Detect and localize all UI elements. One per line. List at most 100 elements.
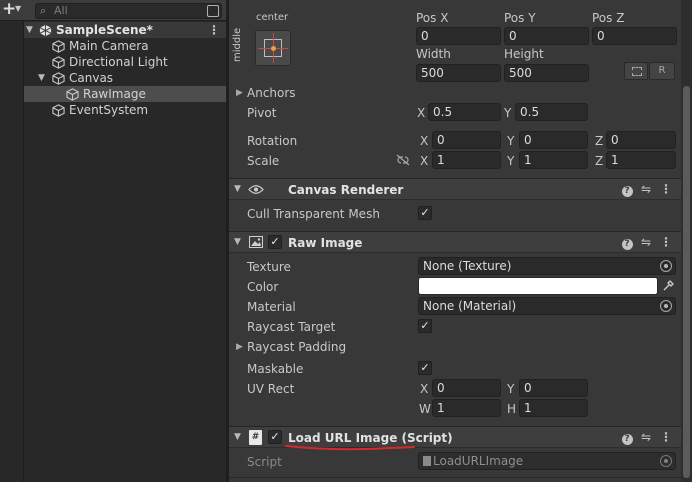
gameobject-icon [52,72,65,85]
eyedropper-icon[interactable] [662,280,674,292]
color-swatch[interactable] [418,277,658,295]
rot-y-field[interactable]: 0 [519,131,588,149]
expand-arrow-icon[interactable]: ▼ [38,70,48,86]
load-url-image-enabled-checkbox[interactable]: ✓ [268,430,282,444]
search-filter-icon[interactable] [207,5,219,17]
list-item[interactable]: Directional Light [24,54,226,70]
raycast-padding-label[interactable]: Raycast Padding [247,340,346,354]
uv-y-field[interactable]: 0 [519,379,588,397]
uv-w-label: W [419,402,431,416]
scrollbar-thumb[interactable] [683,86,690,478]
search-icon: ⌕ [40,4,47,17]
anchor-center-dot [271,46,276,51]
settings-sliders-icon[interactable]: ⇋ [639,430,653,444]
fold-arrow-icon[interactable]: ▼ [234,184,241,194]
image-icon [249,236,263,248]
raw-image-enabled-checkbox[interactable]: ✓ [268,235,282,249]
canvas-renderer-header[interactable]: ▼ Canvas Renderer ? ⇋ ⋮ [229,178,681,200]
uv-h-field[interactable]: 1 [519,399,588,417]
list-item[interactable]: ▼ Canvas [24,70,226,86]
anchors-expand-icon[interactable]: ▶ [236,88,243,98]
raycast-padding-expand-icon[interactable]: ▶ [236,342,243,352]
red-underline-annotation [285,445,415,451]
raw-edit-button[interactable]: R [649,62,675,80]
list-item-scene[interactable]: ▼ SampleScene* ⋮ [24,22,226,38]
width-label: Width [416,47,451,61]
pivot-x-label: X [417,106,426,120]
help-icon[interactable]: ? [620,430,634,445]
expand-arrow-icon[interactable]: ▼ [26,22,36,38]
list-item[interactable]: EventSystem [24,102,226,118]
chevron-down-icon[interactable]: ▼ [15,4,21,13]
search-placeholder: All [54,4,68,17]
scale-y-label: Y [507,154,515,168]
anchor-preset-button[interactable] [255,30,291,66]
pivot-x-field[interactable]: 0.5 [428,103,501,121]
pos-x-label: Pos X [416,11,449,25]
uv-h-label: H [507,402,517,416]
unity-scene-icon [39,24,52,37]
settings-sliders-icon[interactable]: ⇋ [639,235,653,249]
blueprint-mode-button[interactable] [624,62,648,80]
height-label: Height [504,47,544,61]
canvas-renderer-title: Canvas Renderer [288,183,404,197]
width-field[interactable]: 500 [416,64,501,82]
uv-y-label: Y [507,382,515,396]
fold-arrow-icon[interactable]: ▼ [234,237,241,247]
script-file-icon [423,456,431,466]
search-input[interactable]: ⌕ All [35,3,222,19]
context-menu-icon[interactable]: ⋮ [659,430,673,444]
texture-label: Texture [247,260,291,274]
raycast-target-checkbox[interactable]: ✓ [418,319,432,333]
texture-field[interactable]: None (Texture) [418,257,676,275]
rotation-label: Rotation [247,134,298,148]
cull-transparent-mesh-checkbox[interactable]: ✓ [418,206,432,220]
item-label: Canvas [69,71,114,85]
help-icon[interactable]: ? [620,182,634,197]
settings-sliders-icon[interactable]: ⇋ [639,182,653,196]
constrain-proportions-icon[interactable] [396,154,410,166]
raw-image-title: Raw Image [288,236,363,250]
list-item[interactable]: Main Camera [24,38,226,54]
anchor-preset-side-label: middle [232,27,243,62]
pivot-y-field[interactable]: 0.5 [515,103,588,121]
eye-icon [248,185,264,194]
maskable-checkbox[interactable]: ✓ [418,361,432,375]
raycast-target-label: Raycast Target [247,320,336,334]
maskable-label: Maskable [247,362,304,376]
scale-label: Scale [247,154,280,168]
object-picker-icon[interactable] [660,300,672,312]
rot-x-field[interactable]: 0 [432,131,501,149]
rot-y-label: Y [507,134,515,148]
csharp-script-icon: # [249,430,262,445]
pos-z-field[interactable]: 0 [592,27,677,45]
uv-rect-label: UV Rect [247,382,295,396]
anchors-label[interactable]: Anchors [247,86,296,100]
raw-image-header[interactable]: ▼ ✓ Raw Image ? ⇋ ⋮ [229,231,681,253]
object-picker-icon[interactable] [660,260,672,272]
scale-z-field[interactable]: 1 [606,151,676,169]
fold-arrow-icon[interactable]: ▼ [234,432,241,442]
uv-x-field[interactable]: 0 [432,379,501,397]
scale-x-field[interactable]: 1 [432,151,501,169]
list-item-selected[interactable]: RawImage [24,86,226,102]
pos-y-field[interactable]: 0 [504,27,589,45]
object-picker-icon [660,455,672,467]
uv-w-field[interactable]: 1 [432,399,501,417]
rot-z-field[interactable]: 0 [606,131,676,149]
pivot-label: Pivot [247,106,277,120]
rot-x-label: X [420,134,429,148]
more-menu-icon[interactable]: ⋮ [208,22,220,38]
material-field[interactable]: None (Material) [418,297,676,315]
help-icon[interactable]: ? [620,235,634,250]
context-menu-icon[interactable]: ⋮ [659,182,673,196]
item-label: EventSystem [69,103,149,117]
script-value: LoadURLImage [433,454,524,468]
pos-x-field[interactable]: 0 [416,27,501,45]
item-label: Directional Light [69,55,168,69]
context-menu-icon[interactable]: ⋮ [659,235,673,249]
height-field[interactable]: 500 [504,64,589,82]
material-label: Material [247,300,296,314]
anchor-preset-top-label: center [256,12,289,23]
scale-y-field[interactable]: 1 [519,151,588,169]
